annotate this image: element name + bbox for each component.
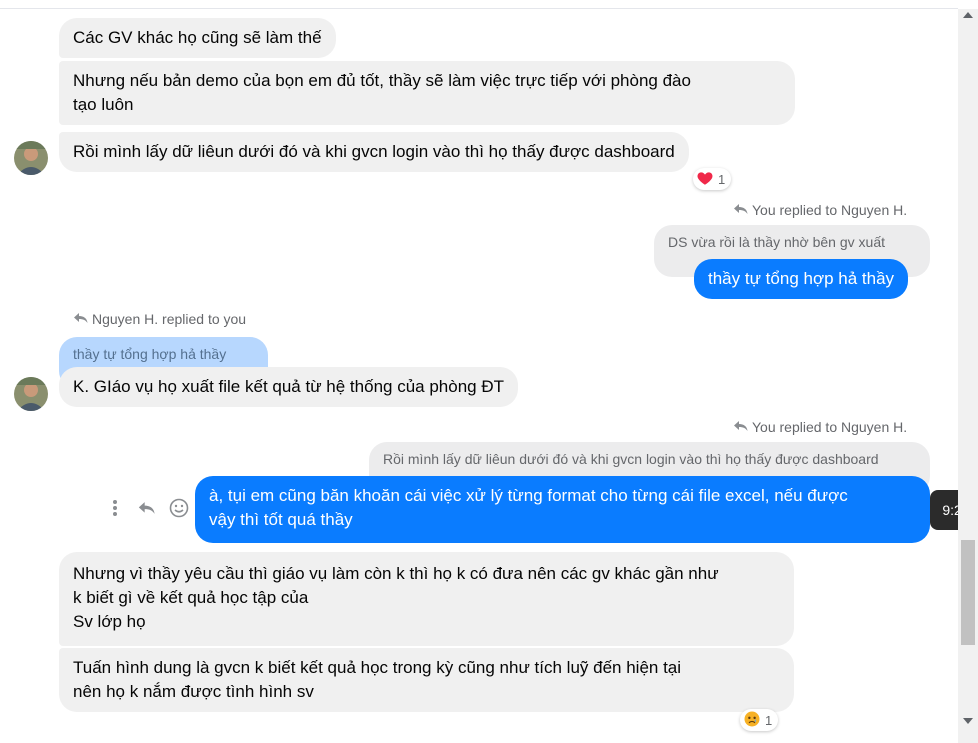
message-actions <box>104 497 190 519</box>
message-line: Tuấn hình dung là gvcn k biết kết quả họ… <box>73 658 682 677</box>
reply-label: You replied to Nguyen H. <box>734 202 907 218</box>
scroll-up-icon[interactable] <box>963 12 973 18</box>
avatar[interactable] <box>14 377 48 411</box>
outgoing-message[interactable]: thầy tự tổng hợp hả thầy <box>694 259 909 299</box>
scrollbar-thumb[interactable] <box>961 540 975 645</box>
message-line: Nhưng vì thầy yêu cầu thì giáo vụ làm cò… <box>73 564 719 583</box>
incoming-message[interactable]: Nhưng vì thầy yêu cầu thì giáo vụ làm cò… <box>59 552 794 646</box>
sad-face-icon <box>743 710 761 731</box>
reaction-badge[interactable]: 1 <box>693 168 732 190</box>
reply-icon <box>74 311 88 327</box>
reply-label: You replied to Nguyen H. <box>734 419 907 435</box>
reply-icon <box>734 202 748 218</box>
heart-icon <box>696 169 714 190</box>
reaction-count: 1 <box>718 171 726 187</box>
avatar[interactable] <box>14 141 48 175</box>
reaction-count: 1 <box>765 712 773 728</box>
reply-label: Nguyen H. replied to you <box>74 311 246 327</box>
message-line: k biết gì về kết quả học tập của <box>73 588 309 607</box>
reply-icon <box>734 419 748 435</box>
more-options-icon[interactable] <box>104 497 126 519</box>
message-line: tạo luôn <box>73 95 134 114</box>
incoming-message[interactable]: Tuấn hình dung là gvcn k biết kết quả họ… <box>59 648 794 712</box>
incoming-message[interactable]: Các GV khác họ cũng sẽ làm thế <box>59 18 336 58</box>
message-line: Sv lớp họ <box>73 612 146 631</box>
top-divider <box>0 0 958 9</box>
incoming-message[interactable]: K. GIáo vụ họ xuất file kết quả từ hệ th… <box>59 367 518 407</box>
reply-icon[interactable] <box>136 497 158 519</box>
react-smiley-icon[interactable] <box>168 497 190 519</box>
message-line: vậy thì tốt quá thầy <box>209 510 353 529</box>
scroll-down-icon[interactable] <box>963 718 973 724</box>
reaction-badge[interactable]: 1 <box>740 709 779 731</box>
message-line: Nhưng nếu bản demo của bọn em đủ tốt, th… <box>73 71 691 90</box>
message-line: nên họ k nắm được tình hình sv <box>73 682 314 701</box>
incoming-message[interactable]: Nhưng nếu bản demo của bọn em đủ tốt, th… <box>59 61 795 125</box>
outgoing-message[interactable]: à, tụi em cũng băn khoăn cái việc xử lý … <box>195 476 930 543</box>
incoming-message[interactable]: Rồi mình lấy dữ liêun dưới đó và khi gvc… <box>59 132 689 172</box>
message-line: à, tụi em cũng băn khoăn cái việc xử lý … <box>209 486 848 505</box>
